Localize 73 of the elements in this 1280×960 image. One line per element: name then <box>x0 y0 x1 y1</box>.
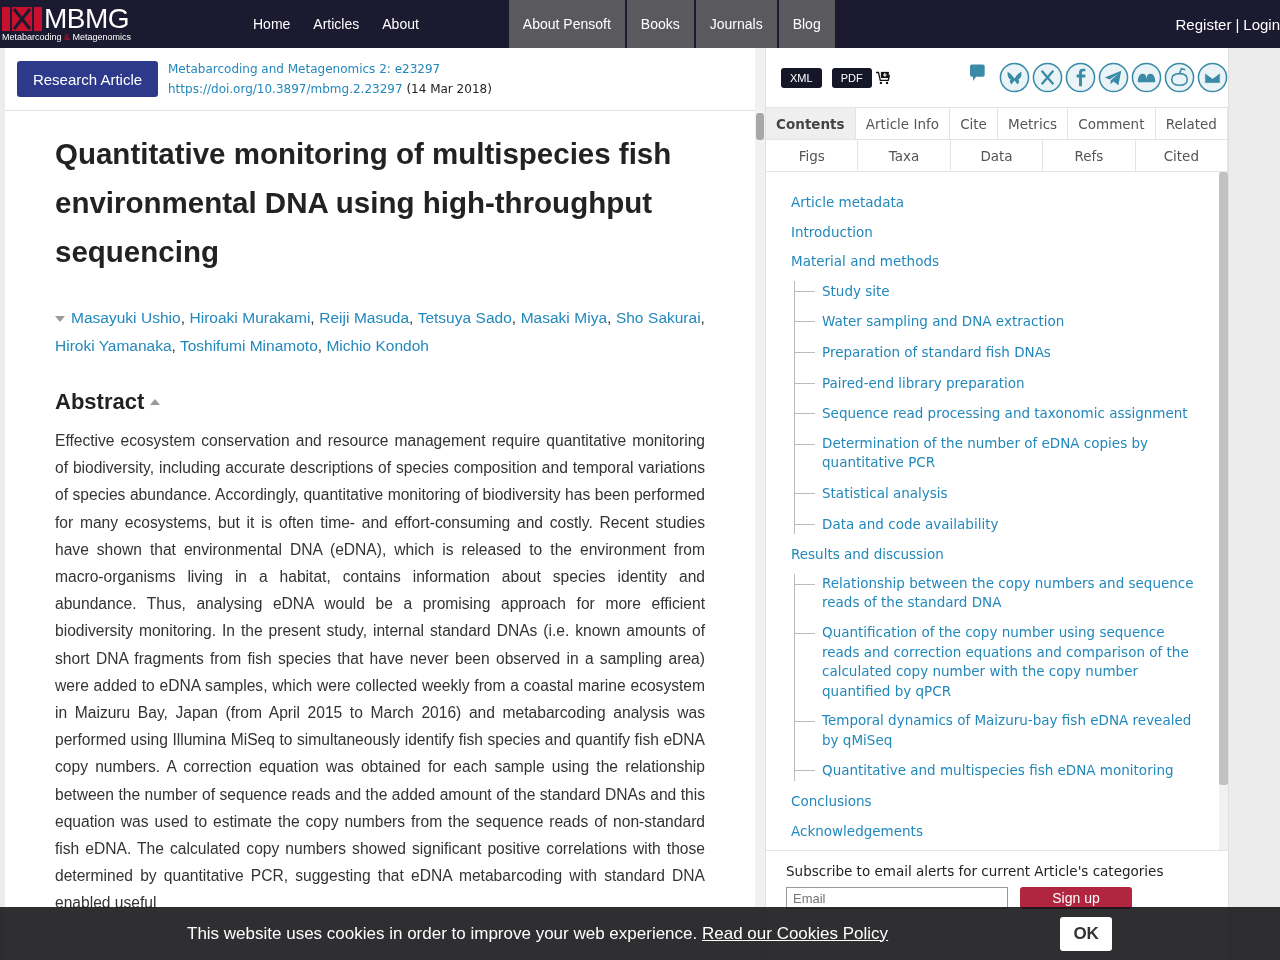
contents-link[interactable]: Study site <box>822 281 890 302</box>
mendeley-icon[interactable] <box>1131 62 1162 93</box>
contents-link[interactable]: Temporal dynamics of Maizuru-bay fish eDNA revealed by qMiSeq <box>822 711 1199 751</box>
author-link[interactable]: Michio Kondoh <box>326 337 429 354</box>
email-icon[interactable] <box>1197 62 1228 93</box>
article-title: Quantitative monitoring of multispecies fish environmental DNA using high-throughput sequencing <box>55 136 673 270</box>
panel-tab[interactable]: Cited <box>1135 140 1229 171</box>
contents-link[interactable]: Data and code availability <box>822 514 999 535</box>
abstract-heading: Abstract <box>55 388 145 416</box>
contents-link[interactable]: Sequence read processing and taxonomic assignment <box>822 404 1188 424</box>
nav-link[interactable]: About Pensoft <box>508 0 627 48</box>
contents-link[interactable]: Introduction <box>791 222 873 243</box>
contents-link[interactable]: Preparation of standard fish DNAs <box>822 342 1051 363</box>
article-type-button[interactable]: Research Article <box>17 61 158 97</box>
contents-link[interactable]: Conclusions <box>791 792 872 812</box>
bluesky-icon[interactable] <box>999 62 1030 93</box>
author-list: Masayuki Ushio, Hiroaki Murakami, Reiji Masuda, Tetsuya Sado, Masaki Miya, Sho Sakurai, Hiroki Yamanaka, Toshifumi Minamoto, Michio Kondoh <box>55 304 705 360</box>
contents-link[interactable]: Results and discussion <box>791 545 944 565</box>
panel-tab[interactable]: Figs <box>766 140 859 171</box>
author-link[interactable]: Hiroki Yamanaka <box>55 337 172 354</box>
email-field[interactable]: Email <box>786 887 1008 910</box>
panel-tab[interactable]: Metrics <box>998 108 1069 139</box>
facebook-icon[interactable] <box>1065 62 1096 93</box>
scrollbar-thumb[interactable] <box>756 113 764 140</box>
panel-tab[interactable]: Contents <box>766 108 856 139</box>
cookie-message: This website uses cookies in order to improve your web experience. Read our Cookies Policy <box>187 923 889 944</box>
author-link[interactable]: Masayuki Ushio <box>71 309 181 326</box>
collapse-icon[interactable] <box>55 315 65 322</box>
contents-link[interactable]: Paired-end library preparation <box>822 373 1025 394</box>
panel-tab[interactable]: Refs <box>1043 140 1136 171</box>
panel-tab[interactable]: Data <box>950 140 1044 171</box>
contents-link[interactable]: Article metadata <box>791 193 905 213</box>
subscribe-text: Subscribe to email alerts for current Article's categories <box>786 863 1165 880</box>
logo-text: MBMG <box>44 5 130 32</box>
x-icon[interactable] <box>1032 62 1063 93</box>
cookies-policy-link[interactable]: Read our Cookies Policy <box>701 923 889 943</box>
panel-tab[interactable]: Article Info <box>855 108 951 139</box>
contents-link[interactable]: Quantitative and multispecies fish eDNA monitoring <box>822 761 1174 782</box>
telegram-icon[interactable] <box>1098 62 1129 93</box>
doi-link[interactable]: https://doi.org/10.3897/mbmg.2.23297 <box>168 82 403 96</box>
author-link[interactable]: Tetsuya Sado <box>417 309 512 326</box>
nav-link[interactable]: Blog <box>778 0 837 48</box>
author-link[interactable]: Toshifumi Minamoto <box>179 337 318 354</box>
nav-link[interactable]: Journals <box>695 0 779 48</box>
register-link[interactable]: Register <box>1175 15 1232 33</box>
nav-link[interactable]: Books <box>626 0 696 48</box>
contents-link[interactable]: Material and methods <box>791 252 939 272</box>
publication-date: (14 Mar 2018) <box>406 82 492 96</box>
nav-link[interactable]: About <box>382 0 419 48</box>
contents-link[interactable]: Determination of the number of eDNA copies by quantitative PCR <box>822 433 1199 473</box>
panel-tab[interactable]: Comment <box>1068 108 1156 139</box>
contents-link[interactable]: Water sampling and DNA extraction <box>822 312 1065 332</box>
collapse-icon[interactable] <box>150 399 161 405</box>
login-link[interactable]: Login <box>1243 15 1280 33</box>
scrollbar-thumb[interactable] <box>1219 172 1228 785</box>
reddit-icon[interactable] <box>1164 62 1195 93</box>
contents-link[interactable]: Statistical analysis <box>822 483 948 504</box>
sign-up-button[interactable]: Sign up <box>1020 887 1132 910</box>
contents-link[interactable]: Quantification of the copy number using sequence reads and correction equations and comparison of the calculated copy number with the copy number quantified by qPCR <box>822 622 1199 702</box>
nav-link[interactable]: Articles <box>313 0 360 48</box>
download-button[interactable]: XML <box>781 67 822 88</box>
separator: | <box>1235 15 1240 33</box>
author-link[interactable]: Sho Sakurai <box>615 309 701 326</box>
journal-link[interactable]: Metabarcoding and Metagenomics 2: e23297 <box>168 62 441 76</box>
panel-tab[interactable]: Taxa <box>858 140 951 171</box>
logo-tagline: Metabarcoding & Metagenomics <box>2 31 133 43</box>
contents-link[interactable]: Relationship between the copy numbers and sequence reads of the standard DNA <box>822 573 1199 613</box>
contents-link[interactable]: Acknowledgements <box>791 821 923 842</box>
nav-link[interactable]: Home <box>253 0 291 48</box>
ok-button[interactable]: OK <box>1060 916 1113 951</box>
download-button[interactable]: PDF <box>831 67 872 88</box>
panel-tab[interactable]: Cite <box>950 108 998 139</box>
panel-tab[interactable]: Related <box>1155 108 1229 139</box>
